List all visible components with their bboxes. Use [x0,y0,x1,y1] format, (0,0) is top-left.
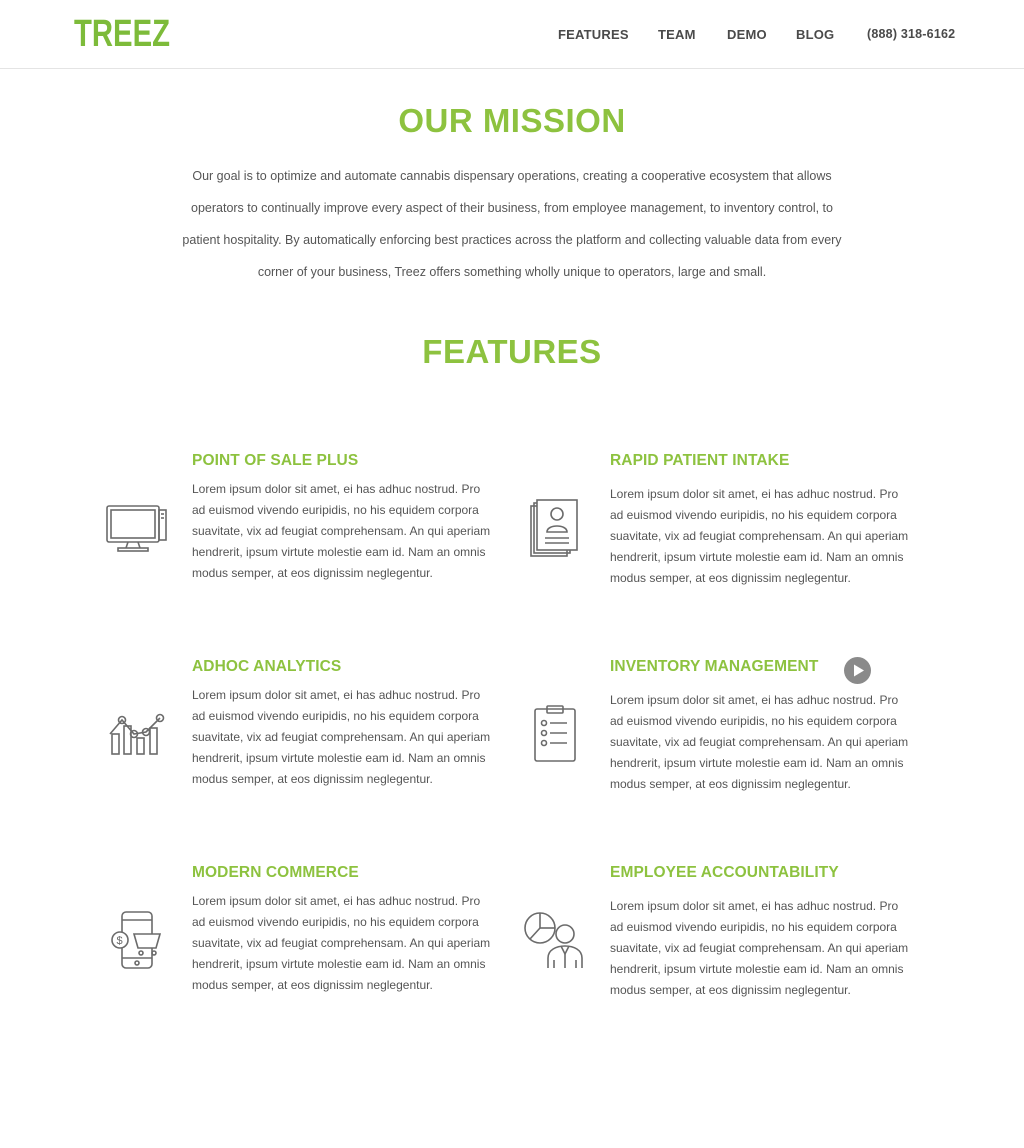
employee-pie-chart-icon [524,912,583,968]
feature-text: Lorem ipsum dolor sit amet, ei has adhuc… [192,688,491,786]
mission-title: OUR MISSION [398,102,626,139]
feature-text: Lorem ipsum dolor sit amet, ei has adhuc… [610,693,909,791]
feature-title: POINT OF SALE PLUS [192,452,359,469]
feature-text: Lorem ipsum dolor sit amet, ei has adhuc… [610,487,909,585]
features-title: FEATURES [422,333,602,370]
nav-team[interactable]: TEAM [658,27,696,42]
nav-blog[interactable]: BLOG [796,27,834,42]
mission-text: Our goal is to optimize and automate can… [182,169,842,279]
site-header: TREEZ FEATURES TEAM DEMO BLOG (888) 318-… [0,0,1024,69]
feature-text: Lorem ipsum dolor sit amet, ei has adhuc… [192,894,491,992]
feature-title: RAPID PATIENT INTAKE [610,452,790,469]
feature-text: Lorem ipsum dolor sit amet, ei has adhuc… [192,482,491,580]
feature-patient-intake: RAPID PATIENT INTAKE Lorem ipsum dolor s… [610,452,910,589]
feature-title: MODERN COMMERCE [192,864,359,881]
feature-analytics: ADHOC ANALYTICS Lorem ipsum dolor sit am… [192,658,492,790]
analytics-chart-icon [109,713,165,755]
play-button[interactable] [844,657,871,684]
monitor-icon [106,505,167,552]
nav-features[interactable]: FEATURES [558,27,629,42]
feature-title: ADHOC ANALYTICS [192,658,342,675]
play-icon [854,664,864,677]
nav-phone[interactable]: (888) 318-6162 [867,27,955,41]
feature-pos: POINT OF SALE PLUS Lorem ipsum dolor sit… [192,452,492,584]
mobile-commerce-icon: $ [111,911,162,969]
svg-text:$: $ [117,935,123,947]
feature-text: Lorem ipsum dolor sit amet, ei has adhuc… [610,899,909,997]
feature-title: EMPLOYEE ACCOUNTABILITY [610,864,839,881]
main-nav: FEATURES TEAM DEMO BLOG (888) 318-6162 [0,27,1024,43]
clipboard-checklist-icon [534,705,576,762]
feature-employee: EMPLOYEE ACCOUNTABILITY Lorem ipsum dolo… [610,864,910,1001]
patient-files-icon [530,499,578,557]
nav-demo[interactable]: DEMO [727,27,767,42]
feature-commerce: MODERN COMMERCE Lorem ipsum dolor sit am… [192,864,492,996]
